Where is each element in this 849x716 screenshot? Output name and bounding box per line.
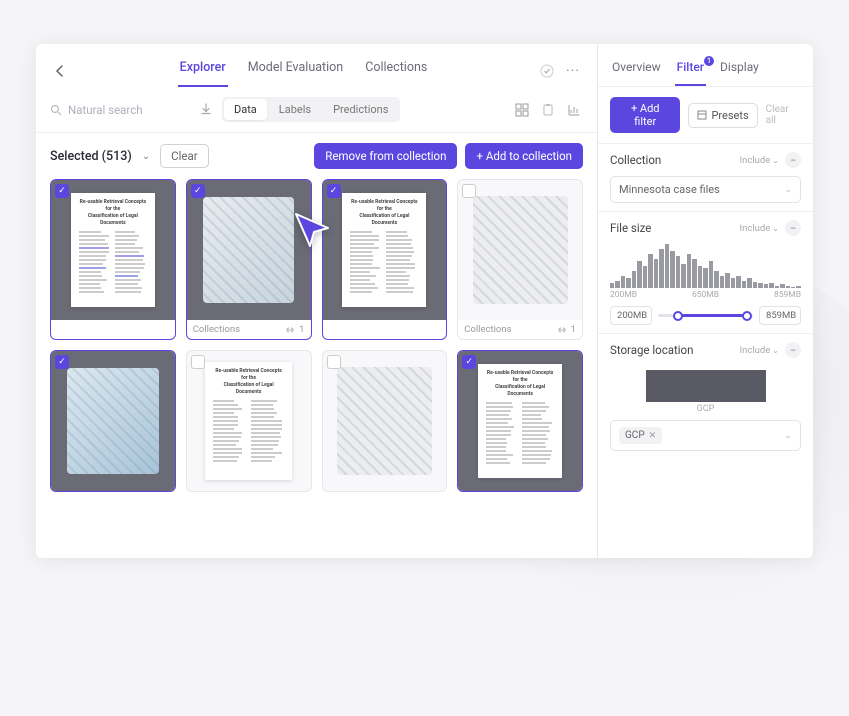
include-toggle[interactable]: Include ⌄ [740,223,779,234]
side-panel: Overview Filter1 Display + Add filter Pres… [598,44,813,558]
checkbox[interactable]: ✓ [191,184,205,198]
collection-select[interactable]: Minnesota case files ⌄ [610,176,801,203]
tab-explorer[interactable]: Explorer [178,54,228,87]
remove-from-collection-button[interactable]: Remove from collection [314,143,457,169]
footer-count: 1 [299,324,304,335]
top-bar: Explorer Model Evaluation Collections ··· [36,44,597,87]
main-tabs: Explorer Model Evaluation Collections [82,54,525,87]
filesize-range: 200MB 859MB [610,306,801,325]
search-placeholder: Natural search [68,103,143,117]
filter-toolbar: + Add filter Presets Clear all [598,87,813,143]
storage-select[interactable]: GCP ✕ ⌄ [610,420,801,451]
checkbox[interactable]: ✓ [55,184,69,198]
presets-button[interactable]: Presets [688,103,757,128]
result-card[interactable]: Re-usable Retrieval Concepts for theClas… [50,179,176,340]
card-footer: Collections 1 [458,320,582,339]
clipboard-icon[interactable] [539,101,557,119]
storage-chip[interactable]: GCP ✕ [619,427,662,444]
result-card[interactable]: Re-usable Retrieval Concepts for theClas… [322,179,448,340]
range-max[interactable]: 859MB [759,306,801,325]
chevron-down-icon: ⌄ [784,431,792,441]
selection-count: Selected (513) [50,149,132,164]
thumbnail [323,351,447,491]
filter-title: File size [610,221,734,235]
download-icon[interactable] [200,100,212,119]
checkbox[interactable]: ✓ [55,355,69,369]
storage-label: GCP [610,404,801,414]
result-card[interactable]: Collections 1 [457,179,583,340]
chevron-down-icon: ⌄ [784,185,792,195]
result-card[interactable]: Re-usable Retrieval Concepts for theClas… [186,350,312,492]
footer-label: Collections [193,324,240,335]
filter-filesize: File size Include ⌄ − 200MB 650MB 859MB … [598,211,813,333]
include-toggle[interactable]: Include ⌄ [740,345,779,356]
chevron-down-icon[interactable]: ⌄ [142,151,150,162]
sidetab-overview[interactable]: Overview [610,54,663,86]
main-panel: ExplorerModel EvaluationCollections ··· … [36,44,598,558]
sidetab-filter[interactable]: Filter1 [675,54,706,86]
result-card[interactable]: Re-usable Retrieval Concepts for theClas… [457,350,583,492]
more-icon[interactable]: ··· [563,61,583,81]
range-min[interactable]: 200MB [610,306,652,325]
filter-title: Storage location [610,343,734,357]
checkbox[interactable]: ✓ [327,184,341,198]
footer-label: Collections [464,324,511,335]
badge: 1 [704,56,714,66]
card-footer: Collections 1 [187,320,311,339]
remove-filter-icon[interactable]: − [785,342,801,358]
footer-count: 1 [571,324,576,335]
histogram-labels: 200MB 650MB 859MB [610,290,801,300]
include-toggle[interactable]: Include ⌄ [740,155,779,166]
result-card[interactable]: ✓ [50,350,176,492]
close-icon: ✕ [649,431,657,441]
result-card[interactable] [322,350,448,492]
result-card[interactable]: ✓ Collections 1 [186,179,312,340]
range-slider[interactable] [658,314,753,317]
app-window: ExplorerModel EvaluationCollections ··· … [36,44,813,558]
filesize-histogram [610,244,801,288]
back-button[interactable] [50,61,70,81]
checkbox[interactable] [327,355,341,369]
search-input[interactable]: Natural search [50,103,190,117]
side-tabs: Overview Filter1 Display [598,44,813,87]
add-filter-button[interactable]: + Add filter [610,97,680,133]
checkbox[interactable]: ✓ [462,355,476,369]
subtab-data[interactable]: Data [224,99,267,120]
clear-button[interactable]: Clear [160,144,209,168]
data-type-tabs: DataLabelsPredictions [222,97,400,122]
add-to-collection-button[interactable]: + Add to collection [465,143,583,169]
thumbnail: ✓ [51,351,175,491]
thumbnail: Re-usable Retrieval Concepts for theClas… [51,180,175,320]
tab-model-evaluation[interactable]: Model Evaluation [246,54,345,87]
cursor-pointer-icon [288,206,336,258]
toolbar-row: Natural search DataLabelsPredictions [36,87,597,133]
remove-filter-icon[interactable]: − [785,152,801,168]
thumbnail: Re-usable Retrieval Concepts for theClas… [323,180,447,320]
thumbnail: Re-usable Retrieval Concepts for theClas… [187,351,311,491]
thumbnail [458,180,582,320]
grid-view-icon[interactable] [513,101,531,119]
storage-chart [610,366,801,402]
check-icon[interactable] [537,61,557,81]
selection-row: Selected (513) ⌄ Clear Remove from colle… [36,133,597,179]
presets-label: Presets [711,109,748,122]
clear-all-link[interactable]: Clear all [766,104,801,126]
filter-storage: Storage location Include ⌄ − GCP GCP ✕ ⌄ [598,333,813,459]
subtab-predictions[interactable]: Predictions [323,99,398,120]
filter-collection: Collection Include ⌄ − Minnesota case fi… [598,143,813,211]
link-icon [557,325,567,335]
link-icon [285,325,295,335]
thumbnail: Re-usable Retrieval Concepts for theClas… [458,351,582,491]
checkbox[interactable] [191,355,205,369]
remove-filter-icon[interactable]: − [785,220,801,236]
top-right-actions: ··· [537,61,583,81]
collection-value: Minnesota case files [619,183,720,196]
view-switcher [513,101,583,119]
tab-collections[interactable]: Collections [363,54,429,87]
sidetab-display[interactable]: Display [718,54,761,86]
chart-icon[interactable] [565,101,583,119]
checkbox[interactable] [462,184,476,198]
subtab-labels[interactable]: Labels [269,99,321,120]
filter-title: Collection [610,153,734,167]
